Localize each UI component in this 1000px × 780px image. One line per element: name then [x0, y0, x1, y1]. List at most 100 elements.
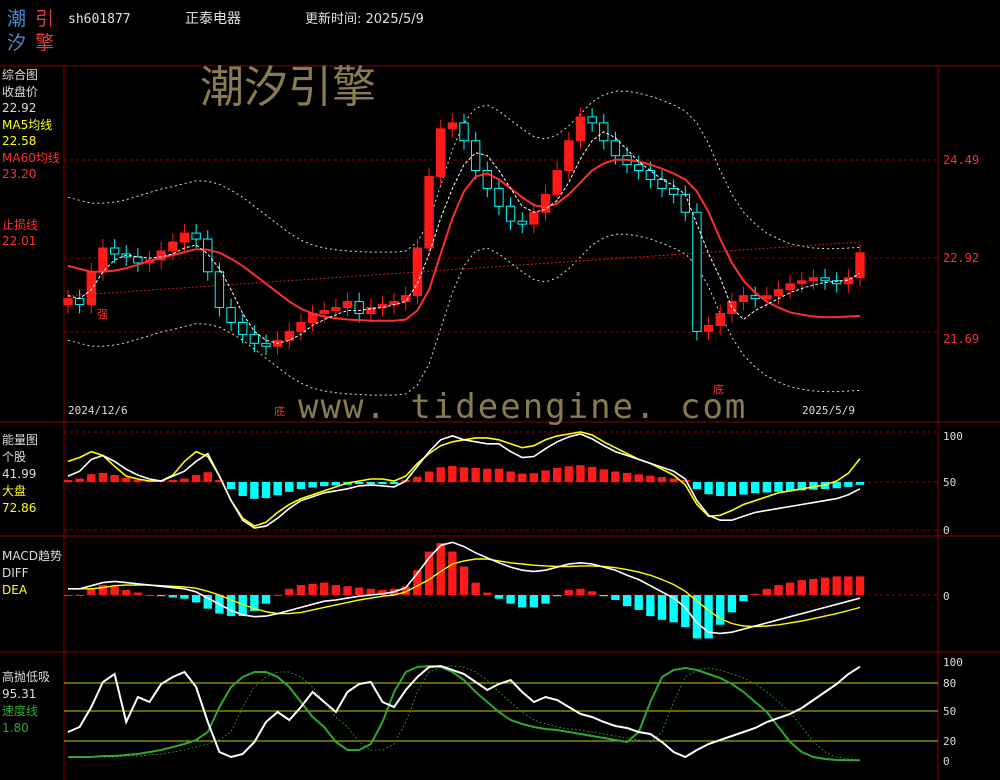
- macd-bar: [308, 583, 317, 595]
- candle: [680, 193, 690, 213]
- long-ma-dotted-line: [67, 241, 861, 297]
- candle: [424, 175, 434, 249]
- macd-bar: [448, 551, 457, 595]
- macd-bar: [785, 582, 795, 595]
- macd-bar: [750, 593, 760, 595]
- energy-bar: [471, 468, 480, 482]
- energy-bar: [226, 482, 236, 489]
- energy-bar: [320, 482, 329, 487]
- candle: [436, 128, 446, 177]
- candle: [238, 321, 248, 335]
- watermark-url: www. tideengine. com: [298, 387, 747, 427]
- energy-bar: [75, 478, 84, 482]
- candle: [459, 122, 469, 142]
- osc-level-lines: [64, 682, 938, 742]
- macd-bar: [646, 595, 655, 617]
- macd-bar: [75, 595, 84, 596]
- energy-bar: [180, 478, 189, 482]
- candle: [412, 247, 423, 297]
- energy-bar: [285, 482, 294, 492]
- osc-tick-80: 80: [943, 677, 956, 690]
- macd-bar: [320, 582, 329, 595]
- candle: [86, 271, 96, 306]
- energy-bar: [750, 482, 760, 494]
- macd-bar: [576, 588, 585, 595]
- candle: [808, 277, 819, 282]
- osc-title: 高抛低吸: [2, 669, 50, 684]
- macd-bar: [552, 595, 562, 597]
- macd-title: MACD趋势: [2, 549, 62, 563]
- energy-bar: [494, 468, 504, 482]
- energy-bar: [366, 482, 376, 484]
- macd-bar: [343, 586, 352, 595]
- energy-title: 能量图: [2, 433, 38, 447]
- macd-bar: [506, 595, 515, 604]
- candle: [249, 333, 260, 344]
- logo-char-1: 潮: [7, 8, 26, 30]
- label-close: 收盘价: [2, 84, 38, 99]
- macd-bar: [296, 585, 306, 595]
- stock-name: 正泰电器: [185, 11, 241, 27]
- label-ma60: MA60均线: [2, 151, 60, 165]
- macd-bar: [657, 595, 667, 620]
- energy-bar: [98, 472, 108, 482]
- candle: [855, 252, 865, 279]
- candle: [703, 324, 714, 332]
- energy-bar: [692, 482, 702, 489]
- energy-bar: [634, 474, 643, 482]
- macd-bar: [471, 582, 480, 595]
- energy-tick-100: 100: [943, 430, 963, 443]
- candle: [296, 321, 306, 332]
- energy-value-market: 72.86: [2, 501, 36, 515]
- price-tick-low: 21.69: [943, 332, 979, 346]
- label-stoploss: 止损线: [2, 218, 38, 232]
- macd-bar: [529, 595, 539, 608]
- energy-bar: [657, 477, 667, 482]
- macd-bar: [191, 595, 201, 603]
- macd-bar: [809, 578, 818, 595]
- date-start: 2024/12/6: [68, 404, 128, 417]
- candle: [773, 289, 784, 297]
- energy-bar: [564, 466, 574, 482]
- energy-bar: [611, 471, 620, 482]
- candle: [552, 170, 562, 195]
- energy-bar: [110, 475, 119, 482]
- candle: [575, 116, 586, 142]
- energy-bar: [844, 482, 853, 487]
- energy-bar: [168, 480, 178, 482]
- macd-label-diff: DIFF: [2, 566, 29, 580]
- candle: [610, 140, 621, 157]
- macd-bar: [541, 595, 550, 604]
- macd-bar: [459, 566, 469, 595]
- candle: [109, 247, 120, 255]
- candle: [738, 295, 749, 303]
- energy-bar: [261, 482, 271, 499]
- energy-bar: [436, 467, 445, 482]
- candle: [587, 116, 597, 124]
- candle: [447, 122, 458, 130]
- candle: [319, 310, 329, 315]
- energy-bar: [704, 482, 713, 495]
- energy-bar: [191, 475, 201, 482]
- energy-bar: [529, 473, 539, 482]
- candle: [168, 241, 178, 252]
- energy-bar: [832, 482, 841, 489]
- energy-bar: [541, 470, 550, 482]
- energy-bar: [296, 482, 306, 489]
- candle: [261, 342, 271, 347]
- macd-bar: [518, 595, 527, 608]
- energy-bar: [459, 467, 469, 482]
- logo: 潮 引 汐 擎: [7, 8, 54, 54]
- energy-value-stock: 41.99: [2, 467, 36, 481]
- logo-char-2: 引: [35, 8, 54, 30]
- energy-bar: [727, 482, 737, 496]
- macd-bar: [285, 588, 294, 595]
- energy-bar: [622, 472, 632, 482]
- energy-bar: [576, 465, 585, 482]
- candle: [505, 205, 516, 222]
- speed-line: [68, 664, 860, 762]
- energy-bar: [518, 473, 527, 482]
- candle: [133, 256, 143, 264]
- candle: [63, 298, 73, 306]
- candle: [645, 170, 656, 180]
